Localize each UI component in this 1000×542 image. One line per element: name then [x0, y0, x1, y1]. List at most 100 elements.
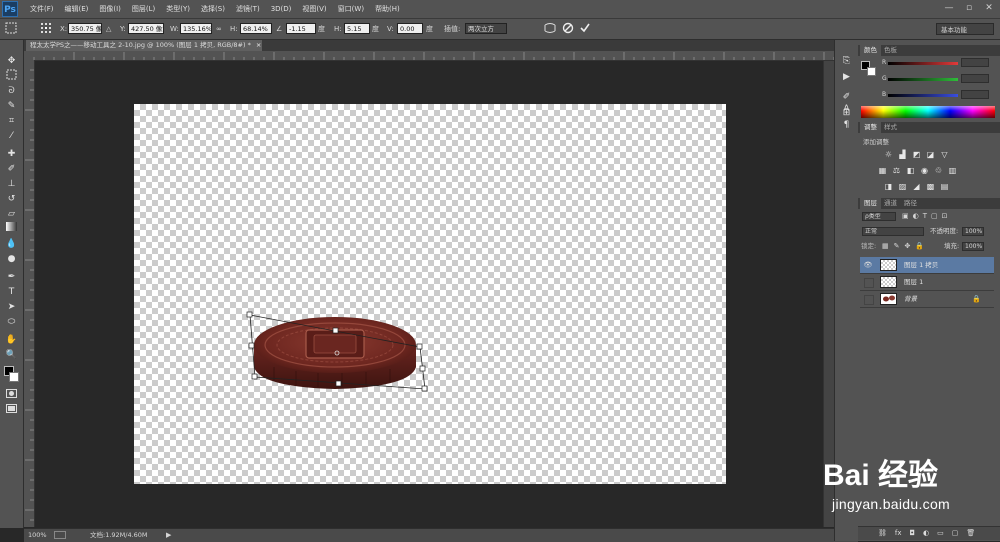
- visibility-box[interactable]: [864, 278, 874, 288]
- menu-edit[interactable]: 编辑(E): [61, 0, 96, 18]
- channel-mixer-icon[interactable]: ♲: [934, 166, 943, 175]
- tab-swatches[interactable]: 色板: [880, 45, 901, 56]
- vskew-field[interactable]: 0.00: [397, 23, 423, 34]
- filter-shape-icon[interactable]: ▢: [931, 212, 938, 221]
- color-lookup-icon[interactable]: ▥: [948, 166, 957, 175]
- gradient-map-icon[interactable]: ▤: [940, 182, 949, 191]
- color-balance-icon[interactable]: ⚖: [892, 166, 901, 175]
- background-color-swatch[interactable]: [9, 372, 19, 382]
- interpolation-select[interactable]: 两次立方: [465, 23, 507, 34]
- link-layers-icon[interactable]: ⛓: [878, 529, 887, 538]
- paragraph-panel-icon[interactable]: ¶: [839, 118, 854, 132]
- document-tab-close[interactable]: ×: [256, 41, 261, 49]
- menu-filter[interactable]: 滤镜(T): [232, 0, 267, 18]
- curves-icon[interactable]: ◩: [912, 150, 921, 159]
- tab-layers[interactable]: 图层: [860, 198, 881, 209]
- r-value-field[interactable]: [961, 58, 989, 67]
- lock-all-icon[interactable]: 🔒: [915, 242, 924, 251]
- exposure-icon[interactable]: ◪: [926, 150, 935, 159]
- new-group-icon[interactable]: ▭: [937, 529, 944, 538]
- menu-select[interactable]: 选择(S): [197, 0, 232, 18]
- link-icon[interactable]: ∞: [216, 19, 222, 39]
- color-swatches[interactable]: [4, 366, 20, 384]
- filter-adjust-icon[interactable]: ◐: [913, 212, 919, 221]
- lock-position-icon[interactable]: ✥: [905, 242, 911, 251]
- filter-smart-icon[interactable]: ⊡: [942, 212, 948, 221]
- fill-field[interactable]: 100%: [962, 242, 984, 251]
- hskew-field[interactable]: 5.15: [344, 23, 370, 34]
- tab-channels[interactable]: 通道: [880, 198, 901, 209]
- eraser-tool-icon[interactable]: ▱: [4, 207, 19, 221]
- pen-tool-icon[interactable]: ✒: [4, 270, 19, 284]
- layer-kind-filter[interactable]: ρ类型: [862, 212, 896, 221]
- gradient-tool-icon[interactable]: [4, 222, 19, 236]
- hue-saturation-icon[interactable]: ▦: [878, 166, 887, 175]
- move-tool-icon[interactable]: ✥: [4, 54, 19, 68]
- delete-layer-icon[interactable]: 🗑: [966, 529, 975, 538]
- menu-type[interactable]: 类型(Y): [162, 0, 197, 18]
- menu-3d[interactable]: 3D(D): [267, 0, 299, 18]
- stamp-tool-icon[interactable]: ⊥: [4, 177, 19, 191]
- r-slider[interactable]: [888, 62, 958, 65]
- minimize-button[interactable]: —: [942, 2, 956, 14]
- adjustment-layer-icon[interactable]: ◐: [923, 529, 929, 538]
- layer-row[interactable]: 背景 🔒: [860, 291, 994, 308]
- new-layer-icon[interactable]: ▢: [952, 529, 959, 538]
- shape-tool-icon[interactable]: ⬭: [4, 315, 19, 329]
- menu-layer[interactable]: 图层(L): [128, 0, 162, 18]
- zoom-level[interactable]: 100%: [28, 529, 47, 542]
- healing-brush-tool-icon[interactable]: ✚: [4, 147, 19, 161]
- y-field[interactable]: 427.50 像素: [128, 23, 164, 34]
- workspace-select[interactable]: 基本功能: [936, 23, 994, 35]
- hand-tool-icon[interactable]: ✋: [4, 333, 19, 347]
- transform-tool-icon[interactable]: [3, 21, 19, 37]
- close-window-button[interactable]: ✕: [982, 2, 996, 14]
- layer-row[interactable]: 图层 1: [860, 274, 994, 291]
- menu-file[interactable]: 文件(F): [26, 0, 61, 18]
- add-mask-icon[interactable]: ◘: [910, 529, 916, 538]
- blend-mode-select[interactable]: 正常: [862, 227, 924, 236]
- g-slider[interactable]: [888, 78, 958, 81]
- lasso-tool-icon[interactable]: ᘐ: [4, 84, 19, 98]
- tab-paths[interactable]: 路径: [900, 198, 921, 209]
- menu-view[interactable]: 视图(V): [298, 0, 333, 18]
- quick-select-tool-icon[interactable]: ✎: [4, 99, 19, 113]
- restore-button[interactable]: ▫: [962, 2, 976, 14]
- menu-window[interactable]: 窗口(W): [334, 0, 371, 18]
- lock-transparency-icon[interactable]: ▦: [882, 242, 889, 251]
- tab-styles[interactable]: 样式: [880, 122, 901, 133]
- g-value-field[interactable]: [961, 74, 989, 83]
- threshold-icon[interactable]: ◢: [912, 182, 921, 191]
- menu-image[interactable]: 图像(I): [95, 0, 128, 18]
- crop-tool-icon[interactable]: ⌗: [4, 114, 19, 128]
- photo-filter-icon[interactable]: ◉: [920, 166, 929, 175]
- height-field[interactable]: 68.14%: [240, 23, 272, 34]
- b-value-field[interactable]: [961, 90, 989, 99]
- selective-color-icon[interactable]: ▩: [926, 182, 935, 191]
- eye-icon[interactable]: 👁: [863, 260, 873, 270]
- filter-type-icon[interactable]: T: [923, 212, 927, 221]
- bg-color-chip[interactable]: [867, 67, 876, 76]
- brightness-icon[interactable]: ☼: [884, 150, 893, 159]
- tab-adjustments[interactable]: 调整: [860, 122, 881, 133]
- actions-panel-icon[interactable]: ▶: [839, 70, 854, 84]
- brush-tool-icon[interactable]: ✐: [4, 162, 19, 176]
- tab-color[interactable]: 颜色: [860, 45, 881, 56]
- document-tab[interactable]: 程太太学PS之——移动工具之 2-10.jpg @ 100% (图层 1 拷贝,…: [26, 40, 262, 51]
- levels-icon[interactable]: ▟: [898, 150, 907, 159]
- posterize-icon[interactable]: ▨: [898, 182, 907, 191]
- type-tool-icon[interactable]: T: [4, 285, 19, 299]
- eyedropper-tool-icon[interactable]: ⁄: [4, 129, 19, 143]
- fx-icon[interactable]: fx: [895, 529, 902, 538]
- black-white-icon[interactable]: ◧: [906, 166, 915, 175]
- color-spectrum[interactable]: [861, 106, 995, 118]
- character-panel-icon[interactable]: A: [839, 102, 854, 116]
- b-slider[interactable]: [888, 94, 958, 97]
- document-canvas[interactable]: [134, 104, 726, 484]
- history-brush-tool-icon[interactable]: ↺: [4, 192, 19, 206]
- status-info-icon[interactable]: [54, 531, 66, 539]
- reference-point-icon[interactable]: [38, 21, 54, 37]
- commit-transform-icon[interactable]: [577, 21, 593, 37]
- warp-icon[interactable]: [542, 21, 558, 37]
- x-field[interactable]: 350.75 像素: [68, 23, 102, 34]
